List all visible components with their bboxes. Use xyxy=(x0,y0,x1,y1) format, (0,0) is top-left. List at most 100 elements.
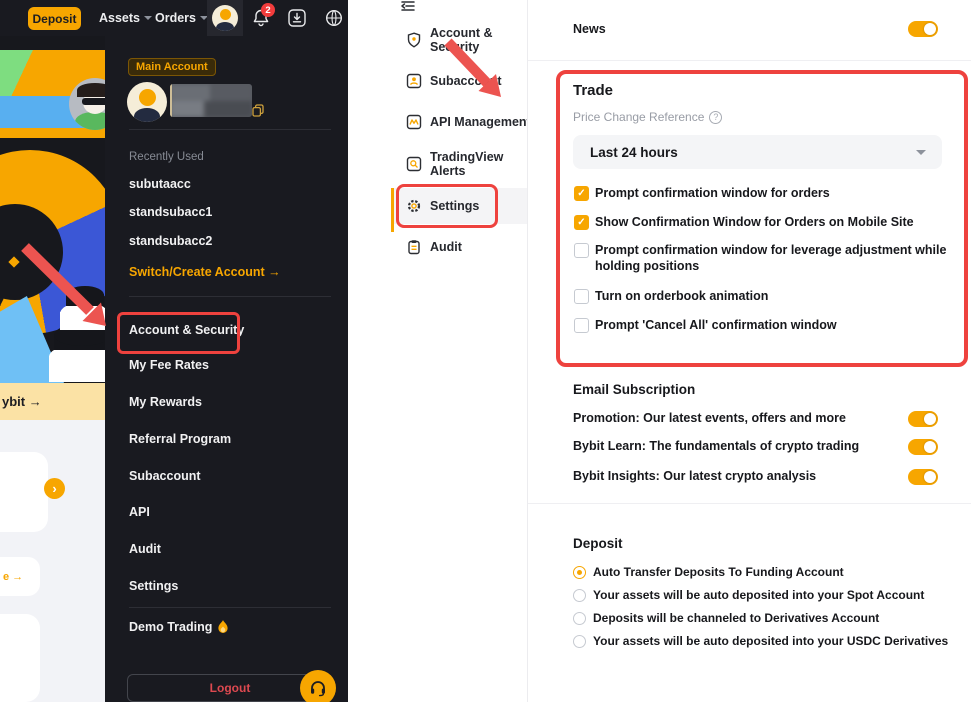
collapse-sidebar-icon[interactable] xyxy=(400,0,416,18)
background-banner-link[interactable]: ybit → xyxy=(0,383,105,420)
deposit-button[interactable]: Deposit xyxy=(28,7,81,30)
checkbox[interactable] xyxy=(574,318,589,333)
help-icon[interactable]: ? xyxy=(709,111,722,124)
assets-menu[interactable]: Assets xyxy=(99,0,152,36)
subaccount-icon xyxy=(406,73,422,89)
bybit-learn-toggle[interactable] xyxy=(908,439,938,455)
background-card: e → xyxy=(0,557,40,596)
background-card-link[interactable]: e → xyxy=(3,571,23,583)
demo-trading-label: Demo Trading xyxy=(129,620,212,634)
nav-label: API Management xyxy=(430,115,531,129)
panel-menu-my-rewards[interactable]: My Rewards xyxy=(129,395,202,409)
panel-menu-referral-program[interactable]: Referral Program xyxy=(129,432,231,446)
checkbox-label: Prompt confirmation window for orders xyxy=(595,186,830,202)
promotion-toggle[interactable] xyxy=(908,411,938,427)
nav-audit[interactable]: Audit xyxy=(392,233,536,261)
notification-badge: 2 xyxy=(261,3,275,17)
tradingview-icon xyxy=(406,156,422,172)
switch-create-account-link[interactable]: Switch/Create Account → xyxy=(129,265,281,279)
checkbox-leverage-adjustment[interactable]: Prompt confirmation window for leverage … xyxy=(574,243,955,274)
radio-usdc-derivatives[interactable]: Your assets will be auto deposited into … xyxy=(573,634,948,648)
orders-label: Orders xyxy=(155,11,196,25)
button-art xyxy=(66,286,104,304)
checkbox[interactable] xyxy=(574,289,589,304)
screen: ybit → › e → Deposit Assets Orders xyxy=(0,0,971,702)
copy-icon[interactable] xyxy=(252,104,264,117)
bybit-insights-label: Bybit Insights: Our latest crypto analys… xyxy=(573,469,816,483)
recently-used-label: Recently Used xyxy=(129,151,204,163)
trade-section-title: Trade xyxy=(573,82,613,99)
avatar-hair xyxy=(77,83,105,97)
support-button[interactable] xyxy=(300,670,336,702)
notifications-button[interactable]: 2 xyxy=(250,7,272,29)
checkbox[interactable] xyxy=(574,243,589,258)
chevron-right-icon: › xyxy=(52,481,56,496)
top-nav-bar: Deposit Assets Orders 2 xyxy=(0,0,348,36)
checkbox[interactable] xyxy=(574,215,589,230)
nav-tradingview-alerts[interactable]: TradingView Alerts xyxy=(392,150,536,178)
background-card xyxy=(0,614,40,702)
checkbox-mobile-confirmation[interactable]: Show Confirmation Window for Orders on M… xyxy=(574,215,914,231)
recent-account-item[interactable]: subutaacc xyxy=(129,177,191,191)
panel-menu-audit[interactable]: Audit xyxy=(129,542,161,556)
chevron-down-icon xyxy=(144,16,152,20)
panel-menu-api[interactable]: API xyxy=(129,505,150,519)
radio-button[interactable] xyxy=(573,612,586,625)
panel-menu-demo-trading[interactable]: Demo Trading xyxy=(129,620,229,634)
divider xyxy=(129,129,331,130)
headset-icon xyxy=(309,679,327,697)
email-subscription-title: Email Subscription xyxy=(573,382,695,397)
banner-text: ybit → xyxy=(2,394,42,409)
profile-avatar-button[interactable] xyxy=(207,0,243,36)
checkbox-label: Prompt confirmation window for leverage … xyxy=(595,243,955,274)
panel-menu-settings[interactable]: Settings xyxy=(129,579,178,593)
recent-account-item[interactable]: standsubacc1 xyxy=(129,205,212,219)
checkbox-label: Prompt 'Cancel All' confirmation window xyxy=(595,318,837,334)
radio-button[interactable] xyxy=(573,635,586,648)
assets-label: Assets xyxy=(99,11,140,25)
checkbox-prompt-orders[interactable]: Prompt confirmation window for orders xyxy=(574,186,830,202)
radio-button[interactable] xyxy=(573,566,586,579)
chevron-down-icon xyxy=(916,150,926,155)
nav-label: Account & Security xyxy=(430,26,536,54)
panel-menu-account-security[interactable]: Account & Security xyxy=(129,323,244,337)
divider xyxy=(528,60,971,61)
flame-icon xyxy=(217,620,229,634)
account-dropdown-panel: Main Account Recently Used subutaacc sta… xyxy=(105,36,348,702)
news-toggle[interactable] xyxy=(908,21,938,37)
checkbox[interactable] xyxy=(574,186,589,201)
news-label: News xyxy=(573,22,606,36)
radio-label: Auto Transfer Deposits To Funding Accoun… xyxy=(593,565,844,579)
price-reference-dropdown[interactable]: Last 24 hours xyxy=(573,135,942,169)
account-name-blurred xyxy=(170,84,252,117)
price-change-reference-label: Price Change Reference ? xyxy=(573,110,722,124)
checkbox-cancel-all[interactable]: Prompt 'Cancel All' confirmation window xyxy=(574,318,837,334)
bybit-insights-toggle[interactable] xyxy=(908,469,938,485)
nav-settings[interactable]: Settings xyxy=(392,192,536,220)
avatar-sunglasses xyxy=(82,98,105,105)
settings-sidebar: Account & Security Subaccount API Manage… xyxy=(348,0,528,702)
checkbox-orderbook-animation[interactable]: Turn on orderbook animation xyxy=(574,289,768,305)
nav-label: TradingView Alerts xyxy=(430,150,536,178)
radio-funding-account[interactable]: Auto Transfer Deposits To Funding Accoun… xyxy=(573,565,844,579)
price-ref-text: Price Change Reference xyxy=(573,110,704,124)
nav-subaccount[interactable]: Subaccount xyxy=(392,67,536,95)
nav-account-security[interactable]: Account & Security xyxy=(392,26,536,54)
radio-derivatives-account[interactable]: Deposits will be channeled to Derivative… xyxy=(573,611,879,625)
orders-menu[interactable]: Orders xyxy=(155,0,208,36)
expand-button[interactable]: › xyxy=(44,478,65,499)
panel-menu-subaccount[interactable]: Subaccount xyxy=(129,469,201,483)
download-button[interactable] xyxy=(288,9,306,27)
radio-button[interactable] xyxy=(573,589,586,602)
panel-menu-my-fee-rates[interactable]: My Fee Rates xyxy=(129,358,209,372)
avatar xyxy=(212,5,238,31)
language-button[interactable] xyxy=(325,9,343,27)
promotion-label: Promotion: Our latest events, offers and… xyxy=(573,411,846,425)
divider xyxy=(528,503,971,504)
checkbox-label: Turn on orderbook animation xyxy=(595,289,768,305)
nav-api-management[interactable]: API Management xyxy=(392,108,536,136)
radio-label: Deposits will be channeled to Derivative… xyxy=(593,611,879,625)
radio-spot-account[interactable]: Your assets will be auto deposited into … xyxy=(573,588,924,602)
recent-account-item[interactable]: standsubacc2 xyxy=(129,234,212,248)
radio-label: Your assets will be auto deposited into … xyxy=(593,634,948,648)
